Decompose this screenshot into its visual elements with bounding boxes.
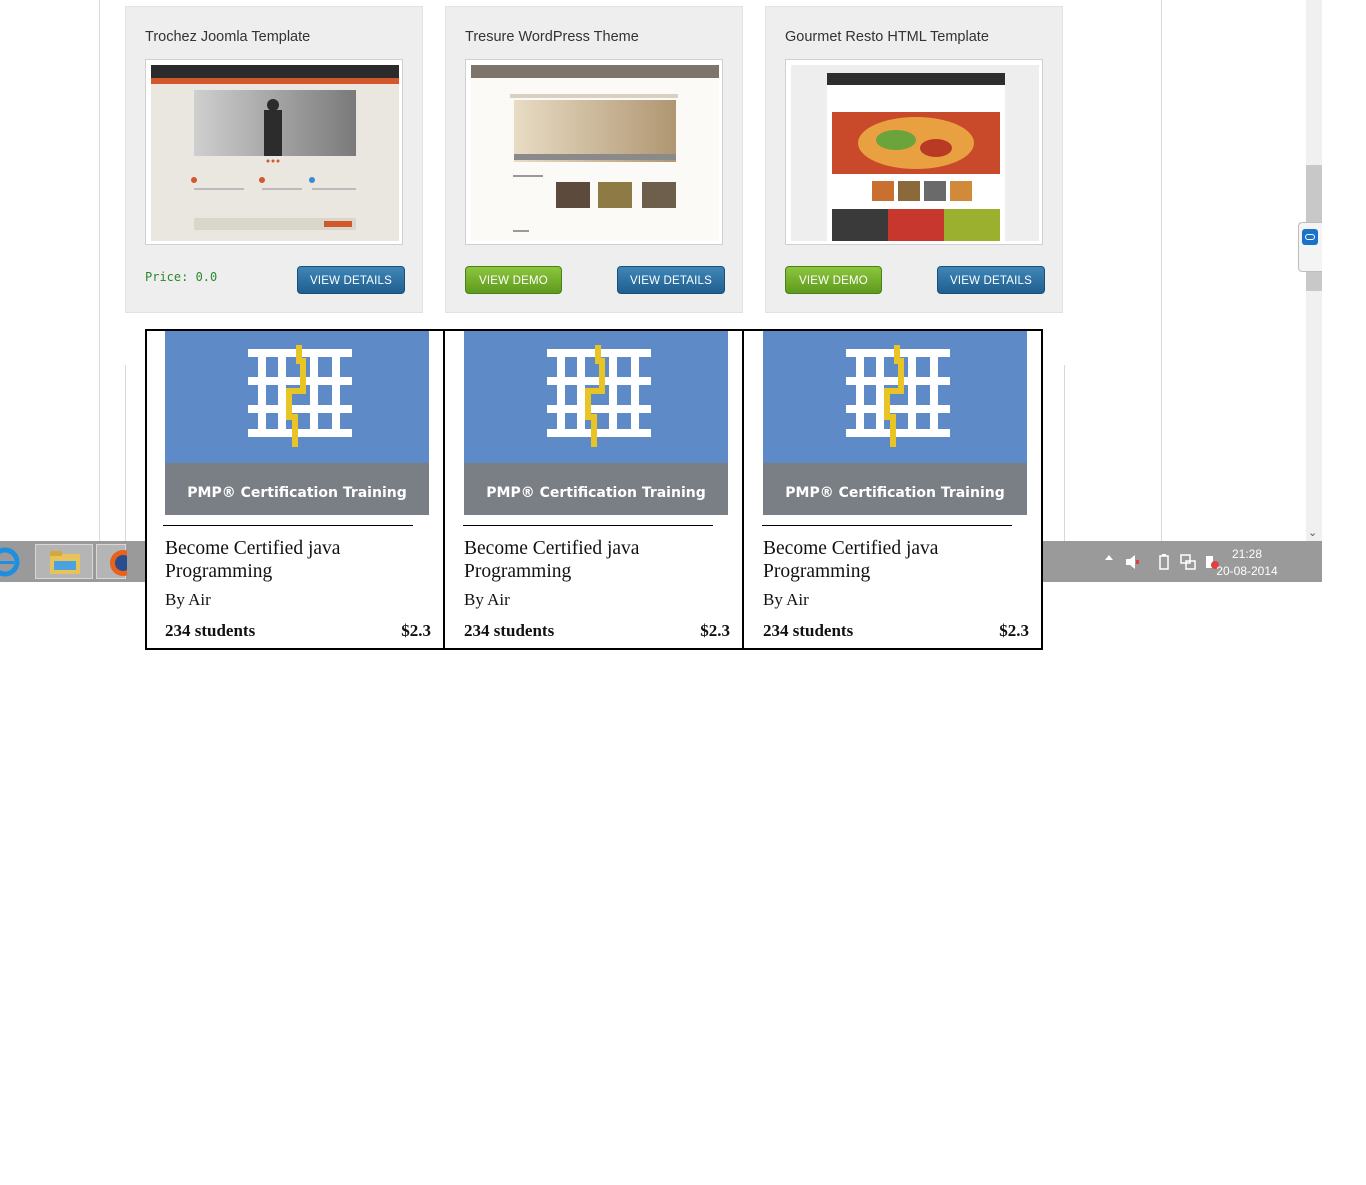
course-banner-image: PMP® Certification Training [763, 331, 1027, 515]
template-card-tresure: Tresure WordPress Theme VIEW DEMO VIEW D… [445, 6, 743, 313]
course-price: $2.3 [700, 621, 730, 640]
template-thumbnail[interactable] [465, 59, 723, 245]
template-card-gourmet: Gourmet Resto HTML Template VIEW DEMO VI… [765, 6, 1063, 313]
clock-date: 20-08-2014 [1216, 564, 1278, 578]
content-left-border [125, 365, 126, 541]
course-price: $2.3 [999, 621, 1029, 640]
template-title[interactable]: Trochez Joomla Template [145, 29, 310, 45]
system-tray [1100, 541, 1230, 582]
template-thumbnail[interactable] [145, 59, 403, 245]
file-explorer-icon[interactable] [35, 544, 93, 579]
course-title[interactable]: Become Certified java Programming [165, 537, 435, 583]
course-card[interactable]: PMP® Certification Training Become Certi… [443, 329, 744, 650]
course-banner-text: PMP® Certification Training [165, 463, 429, 515]
course-price: $2.3 [401, 621, 431, 640]
scroll-down-arrow-icon[interactable]: ⌄ [1308, 526, 1317, 539]
template-title[interactable]: Gourmet Resto HTML Template [785, 29, 989, 45]
price-label: Price: 0.0 [145, 270, 218, 284]
show-hidden-icons-icon[interactable] [1105, 555, 1113, 560]
course-banner-text: PMP® Certification Training [763, 463, 1027, 515]
content-right-border [1064, 365, 1065, 541]
volume-icon[interactable] [1125, 554, 1141, 570]
maze-logo-area [165, 331, 429, 463]
internet-explorer-icon[interactable] [0, 544, 30, 579]
view-details-button[interactable]: VIEW DETAILS [297, 266, 405, 294]
template-title[interactable]: Tresure WordPress Theme [465, 29, 639, 45]
page-right-border [1161, 0, 1162, 541]
course-title[interactable]: Become Certified java Programming [763, 537, 1033, 583]
course-banner-text: PMP® Certification Training [464, 463, 728, 515]
template-thumbnail[interactable] [785, 59, 1043, 245]
maze-logo-icon [846, 345, 950, 447]
divider [163, 525, 413, 526]
teamviewer-side-tab-icon[interactable] [1298, 222, 1322, 272]
divider [762, 525, 1012, 526]
clock-time: 21:28 [1231, 547, 1263, 561]
course-title[interactable]: Become Certified java Programming [464, 537, 734, 583]
taskbar-clock[interactable]: 21:28 20-08-2014 [1212, 546, 1282, 580]
power-icon[interactable] [1156, 554, 1172, 570]
course-author: By Air [763, 590, 809, 609]
maze-logo-icon [248, 345, 352, 447]
course-author: By Air [464, 590, 510, 609]
template-card-trochez: Trochez Joomla Template Price: 0.0 VIEW … [125, 6, 423, 313]
view-details-button[interactable]: VIEW DETAILS [617, 266, 725, 294]
view-details-button[interactable]: VIEW DETAILS [937, 266, 1045, 294]
view-demo-button[interactable]: VIEW DEMO [465, 266, 562, 294]
firefox-icon[interactable] [96, 544, 136, 579]
student-count: 234 students [763, 621, 854, 640]
course-card[interactable]: PMP® Certification Training Become Certi… [742, 329, 1043, 650]
course-card[interactable]: PMP® Certification Training Become Certi… [145, 329, 445, 650]
maze-logo-area [763, 331, 1027, 463]
course-banner-image: PMP® Certification Training [165, 331, 429, 515]
course-banner-image: PMP® Certification Training [464, 331, 728, 515]
student-count: 234 students [464, 621, 555, 640]
divider [463, 525, 713, 526]
maze-logo-area [464, 331, 728, 463]
maze-logo-icon [547, 345, 651, 447]
network-icon[interactable] [1180, 554, 1196, 570]
page-left-border [99, 0, 100, 541]
student-count: 234 students [165, 621, 256, 640]
view-demo-button[interactable]: VIEW DEMO [785, 266, 882, 294]
course-author: By Air [165, 590, 211, 609]
